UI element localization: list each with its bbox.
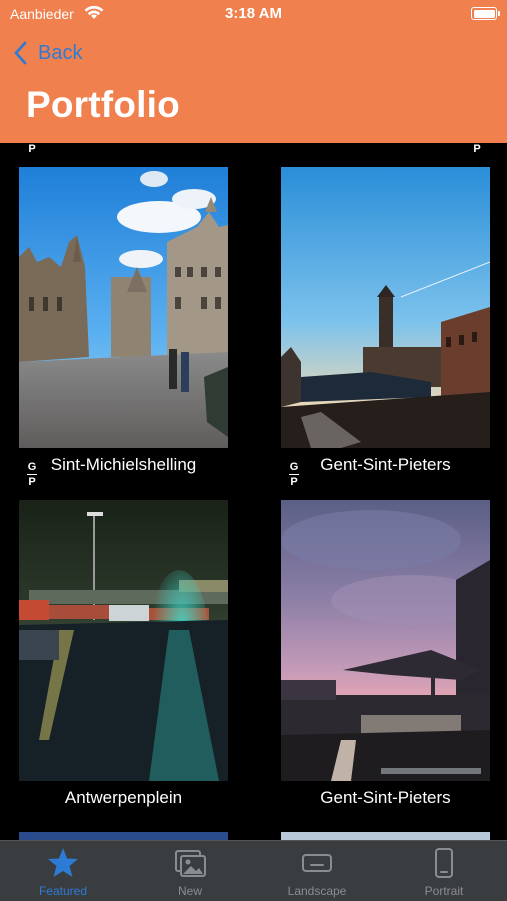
tab-label: New: [177, 884, 202, 898]
chevron-left-icon: [14, 41, 27, 65]
back-label: Back: [38, 41, 83, 64]
watermark-logo: GP: [289, 460, 299, 488]
photo-title: Gent-Sint-Pieters: [320, 788, 451, 807]
tab-featured[interactable]: Featured: [0, 841, 126, 901]
tab-bar: Featured New Landscape Portrait: [0, 840, 507, 901]
back-button[interactable]: Back: [14, 38, 82, 68]
tab-portrait[interactable]: Portrait: [381, 841, 507, 901]
watermark-logo: GP: [472, 143, 482, 155]
photo-card-partial[interactable]: [19, 832, 228, 840]
photo-card-partial[interactable]: [281, 832, 490, 840]
photo-thumbnail: [19, 167, 228, 448]
photo-thumbnail: [281, 500, 490, 781]
photo-grid: GP Sint-Michielshelling GP: [0, 143, 507, 840]
battery-icon: [471, 7, 500, 20]
star-icon: [48, 848, 78, 877]
status-time: 3:18 AM: [225, 5, 282, 22]
photo-thumbnail: [281, 167, 490, 448]
watermark-logo: GP: [27, 143, 37, 155]
tab-label: Featured: [38, 884, 88, 898]
status-bar: Aanbieder 3:18 AM: [0, 0, 507, 30]
portrait-device-icon: [435, 848, 453, 878]
tab-label: Portrait: [424, 884, 464, 898]
photo-title: Antwerpenplein: [64, 788, 183, 807]
navigation-header: Aanbieder 3:18 AM Back Portfolio: [0, 0, 507, 143]
photos-icon: [175, 850, 206, 877]
tab-label: Landscape: [287, 884, 347, 898]
page-title: Portfolio: [26, 84, 180, 125]
landscape-device-icon: [302, 854, 332, 872]
tab-new[interactable]: New: [127, 841, 253, 901]
photo-thumbnail: [19, 500, 228, 781]
photo-title: Sint-Michielshelling: [50, 455, 197, 474]
tab-landscape[interactable]: Landscape: [254, 841, 380, 901]
watermark-logo: GP: [27, 460, 37, 488]
